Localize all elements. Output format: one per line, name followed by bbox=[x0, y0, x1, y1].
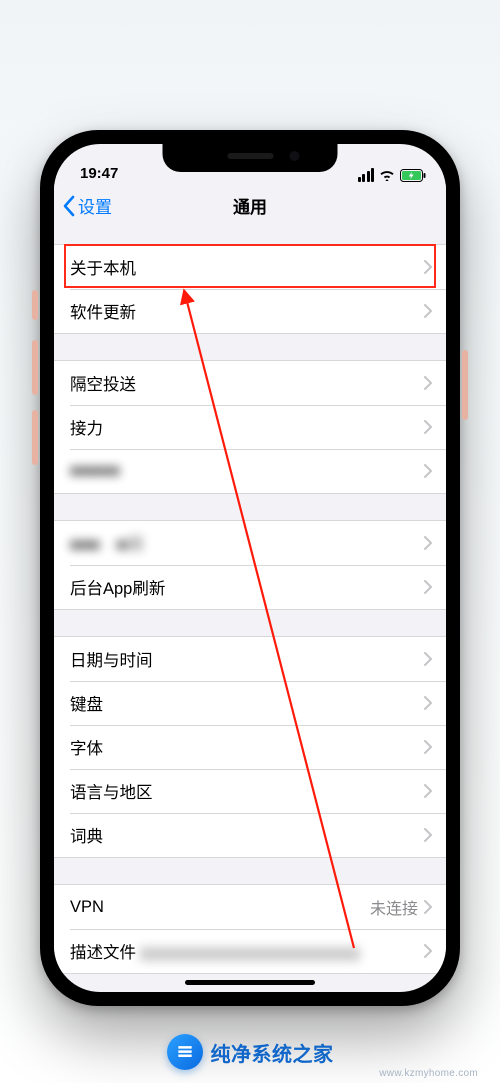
status-time: 19:47 bbox=[80, 165, 118, 182]
cell-label: 关于本机 bbox=[70, 255, 424, 279]
cell-label: 键盘 bbox=[70, 691, 424, 715]
cell-label: 字体 bbox=[70, 735, 424, 759]
chevron-right-icon bbox=[424, 464, 432, 478]
cellular-signal-icon bbox=[356, 168, 374, 182]
back-label: 设置 bbox=[78, 193, 112, 218]
group-airdrop: 隔空投送 接力 ■■■■■ bbox=[54, 360, 446, 494]
side-button-power bbox=[462, 350, 468, 420]
cell-blurred-1[interactable]: ■■■■■ bbox=[54, 449, 446, 493]
wifi-icon bbox=[379, 169, 395, 181]
chevron-right-icon bbox=[424, 260, 432, 274]
cell-bg-refresh[interactable]: 后台App刷新 bbox=[54, 565, 446, 609]
cell-blurred-2[interactable]: ■■■ ■间 bbox=[54, 521, 446, 565]
cell-software-update[interactable]: 软件更新 bbox=[54, 289, 446, 333]
speaker bbox=[227, 153, 273, 159]
cell-dictionary[interactable]: 词典 bbox=[54, 813, 446, 857]
cell-handoff[interactable]: 接力 bbox=[54, 405, 446, 449]
cell-vpn[interactable]: VPN 未连接 bbox=[54, 885, 446, 929]
chevron-right-icon bbox=[424, 696, 432, 710]
group-storage: ■■■ ■间 后台App刷新 bbox=[54, 520, 446, 610]
group-datetime: 日期与时间 键盘 字体 语言与地区 bbox=[54, 636, 446, 858]
screen: 19:47 设置 通用 bbox=[54, 144, 446, 992]
chevron-right-icon bbox=[424, 420, 432, 434]
cell-label: ■■■■■ bbox=[70, 462, 424, 481]
cell-label: VPN bbox=[70, 898, 370, 917]
canvas: 19:47 设置 通用 bbox=[0, 0, 500, 1083]
watermark-url: www.kzmyhome.com bbox=[379, 1068, 478, 1079]
cell-label: 软件更新 bbox=[70, 299, 424, 323]
notch bbox=[163, 144, 338, 172]
chevron-right-icon bbox=[424, 376, 432, 390]
annotation-arrow bbox=[54, 228, 446, 992]
cell-label: 隔空投送 bbox=[70, 371, 424, 395]
chevron-right-icon bbox=[424, 944, 432, 958]
cell-label: 语言与地区 bbox=[70, 779, 424, 803]
side-button-vol-down bbox=[32, 410, 38, 465]
side-button-mute bbox=[32, 290, 38, 320]
home-indicator bbox=[185, 980, 315, 985]
cell-label: 描述文件 bbox=[70, 939, 424, 963]
cell-language-region[interactable]: 语言与地区 bbox=[54, 769, 446, 813]
cell-date-time[interactable]: 日期与时间 bbox=[54, 637, 446, 681]
chevron-left-icon bbox=[62, 195, 76, 217]
chevron-right-icon bbox=[424, 652, 432, 666]
watermark-text: 纯净系统之家 bbox=[211, 1038, 334, 1067]
watermark-logo-icon bbox=[167, 1034, 203, 1070]
cell-keyboard[interactable]: 键盘 bbox=[54, 681, 446, 725]
battery-icon bbox=[400, 169, 426, 182]
cell-label: 接力 bbox=[70, 415, 424, 439]
status-right bbox=[356, 168, 426, 182]
chevron-right-icon bbox=[424, 580, 432, 594]
chevron-right-icon bbox=[424, 828, 432, 842]
chevron-right-icon bbox=[424, 536, 432, 550]
cell-label: 后台App刷新 bbox=[70, 575, 424, 599]
group-about: 关于本机 软件更新 bbox=[54, 244, 446, 334]
chevron-right-icon bbox=[424, 784, 432, 798]
cell-airdrop[interactable]: 隔空投送 bbox=[54, 361, 446, 405]
cell-about[interactable]: 关于本机 bbox=[54, 245, 446, 289]
page-title: 通用 bbox=[233, 193, 267, 218]
cell-fonts[interactable]: 字体 bbox=[54, 725, 446, 769]
chevron-right-icon bbox=[424, 304, 432, 318]
cell-label: 日期与时间 bbox=[70, 647, 424, 671]
watermark: 纯净系统之家 www.kzmyhome.com bbox=[0, 1021, 500, 1083]
nav-bar: 设置 通用 bbox=[54, 184, 446, 228]
phone-frame: 19:47 设置 通用 bbox=[40, 130, 460, 1006]
settings-content[interactable]: 关于本机 软件更新 隔空投送 接力 bbox=[54, 228, 446, 992]
chevron-right-icon bbox=[424, 740, 432, 754]
cell-label: ■■■ ■间 bbox=[70, 531, 424, 555]
back-button[interactable]: 设置 bbox=[62, 184, 112, 227]
cell-value: 未连接 bbox=[370, 895, 418, 919]
cell-label: 词典 bbox=[70, 823, 424, 847]
group-vpn: VPN 未连接 描述文件 bbox=[54, 884, 446, 974]
front-camera bbox=[290, 151, 300, 161]
cell-profiles[interactable]: 描述文件 bbox=[54, 929, 446, 973]
chevron-right-icon bbox=[424, 900, 432, 914]
side-button-vol-up bbox=[32, 340, 38, 395]
